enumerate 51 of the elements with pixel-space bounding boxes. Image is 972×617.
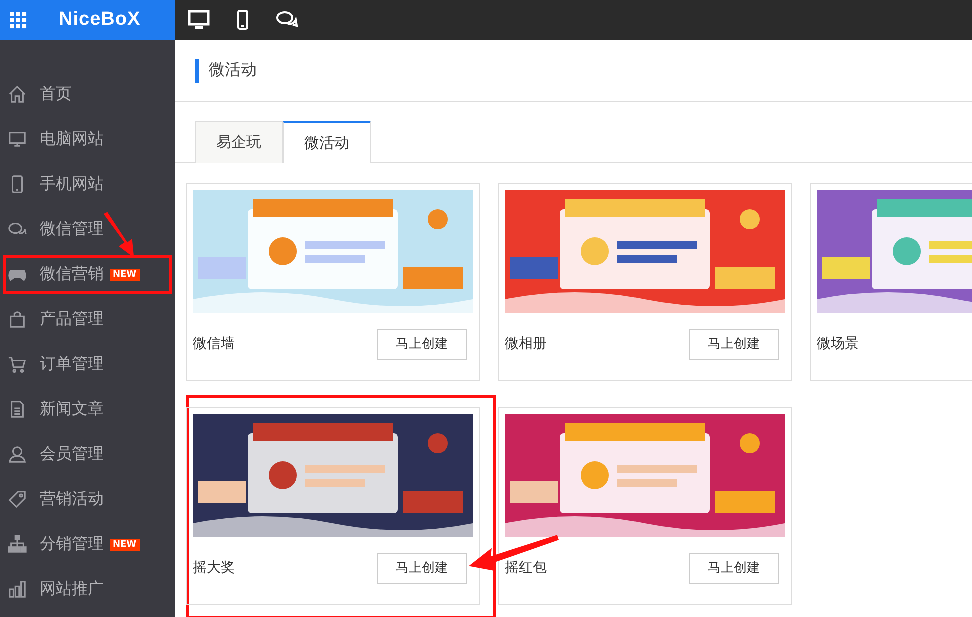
menu-label: 微信管理: [40, 219, 104, 240]
card-title: 摇红包: [505, 559, 547, 577]
sidebar-item[interactable]: 电脑网站: [0, 117, 175, 162]
sidebar-item[interactable]: 订单管理: [0, 342, 175, 387]
sidebar-item[interactable]: 产品管理: [0, 297, 175, 342]
bar-chart-icon: [8, 580, 27, 599]
hierarchy-icon: [8, 535, 27, 554]
menu-label: 会员管理: [40, 444, 104, 465]
home-icon: [8, 85, 27, 104]
sidebar-item[interactable]: 新闻文章: [0, 387, 175, 432]
cart-icon: [8, 355, 27, 374]
sidebar-item[interactable]: 微信管理: [0, 207, 175, 252]
bag-icon: [8, 310, 27, 329]
page-title: 微活动: [209, 60, 257, 81]
monitor-icon[interactable]: [188, 10, 210, 30]
card-title: 微相册: [505, 335, 547, 353]
card-title: 微信墙: [193, 335, 235, 353]
menu-label: 订单管理: [40, 354, 104, 375]
document-icon: [8, 400, 27, 419]
menu-label: 分销管理: [40, 534, 104, 555]
title-accent: [195, 58, 199, 82]
tab[interactable]: 易企玩: [195, 121, 283, 163]
menu-label: 手机网站: [40, 174, 104, 195]
menu-label: 营销活动: [40, 489, 104, 510]
sidebar-item[interactable]: 手机网站: [0, 162, 175, 207]
menu-label: 电脑网站: [40, 129, 104, 150]
menu-label: 新闻文章: [40, 399, 104, 420]
sidebar-item[interactable]: 网站推广: [0, 567, 175, 612]
sidebar-item[interactable]: 首页: [0, 72, 175, 117]
create-button[interactable]: 马上创建: [689, 552, 779, 584]
menu-label: 网站推广: [40, 579, 104, 600]
user-icon: [8, 445, 27, 464]
menu-label: 微信营销: [40, 264, 104, 285]
sidebar-item[interactable]: 微信营销 NEW: [0, 252, 175, 297]
create-button[interactable]: 马上创建: [377, 552, 467, 584]
chat-icon[interactable]: [276, 10, 298, 30]
tag-icon: [8, 490, 27, 509]
new-badge: NEW: [110, 268, 140, 280]
card-title: 微场景: [817, 335, 859, 353]
sidebar-item[interactable]: 会员管理: [0, 432, 175, 477]
tab[interactable]: 微活动: [283, 121, 371, 163]
grid-menu-icon[interactable]: [10, 12, 27, 28]
new-badge: NEW: [110, 538, 140, 550]
menu-label: 产品管理: [40, 309, 104, 330]
create-button[interactable]: 马上创建: [689, 328, 779, 360]
sidebar-item[interactable]: 分销管理 NEW: [0, 522, 175, 567]
sidebar-item[interactable]: 营销活动: [0, 477, 175, 522]
monitor-icon: [8, 130, 27, 149]
menu-label: 首页: [40, 84, 72, 105]
create-button[interactable]: 马上创建: [377, 328, 467, 360]
card-title: 摇大奖: [193, 559, 235, 577]
